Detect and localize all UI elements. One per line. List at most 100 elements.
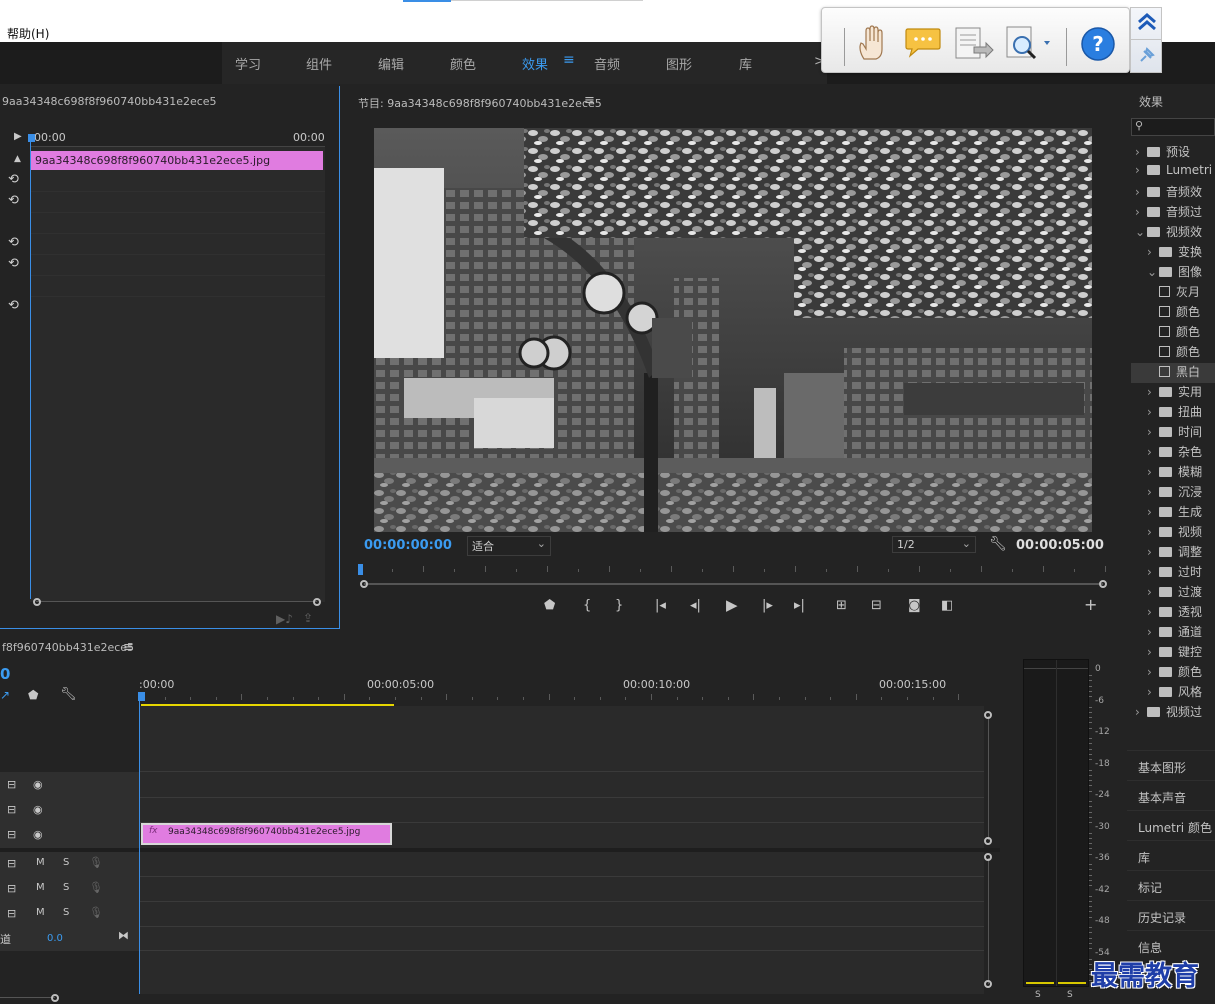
go-to-in-icon[interactable]: |◂ — [655, 598, 666, 613]
audio-track-toggle-icon[interactable]: ⊟ — [7, 857, 16, 870]
program-zoom-scrollbar[interactable] — [364, 583, 1103, 585]
scroll-handle-top[interactable] — [984, 711, 992, 719]
workspace-tab-editing[interactable]: 编辑 — [378, 54, 404, 73]
effects-folder[interactable]: › 过渡 — [1131, 583, 1215, 603]
effects-folder[interactable]: › 预设 — [1131, 143, 1215, 163]
source-playhead[interactable] — [28, 134, 35, 142]
effect-item[interactable]: 颜色 — [1131, 323, 1215, 343]
timeline-playhead[interactable] — [138, 692, 145, 701]
source-panel-title[interactable]: 9aa34348c698f8f960740bb431e2ece5 — [2, 95, 217, 108]
expand-arrow-icon[interactable]: ▶ — [14, 131, 22, 142]
effects-folder[interactable]: › 通道 — [1131, 623, 1215, 643]
effects-folder[interactable]: › 视频过 — [1131, 703, 1215, 723]
effect-item[interactable]: 黑白 — [1131, 363, 1215, 383]
reset-icon[interactable]: ⟲ — [8, 256, 19, 271]
menu-help[interactable]: 帮助(H) — [7, 25, 49, 42]
effect-item[interactable]: 颜色 — [1131, 343, 1215, 363]
chevron-right-icon[interactable]: › — [1147, 405, 1159, 419]
program-time-ruler[interactable] — [361, 566, 1106, 578]
panel-essential-sound[interactable]: 基本声音 — [1138, 789, 1186, 806]
scroll-handle-top[interactable] — [984, 853, 992, 861]
mute-button[interactable]: M — [36, 907, 45, 918]
chevron-right-icon[interactable]: › — [1147, 645, 1159, 659]
timeline-timecode[interactable]: 0 — [0, 665, 10, 683]
video-track-toggle-icon[interactable]: ⊟ — [7, 778, 16, 791]
workspace-tab-learn[interactable]: 学习 — [235, 54, 261, 73]
audio-track-toggle-icon[interactable]: ⊟ — [7, 882, 16, 895]
go-to-end-icon[interactable]: ⧓ — [118, 929, 129, 942]
effects-folder[interactable]: › 变换 — [1131, 243, 1215, 263]
workspace-tab-audio[interactable]: 音频 — [594, 54, 620, 73]
mute-button[interactable]: M — [36, 857, 45, 868]
extract-icon[interactable]: ⊟ — [871, 598, 882, 613]
reset-icon[interactable]: ⟲ — [8, 298, 19, 313]
go-to-out-icon[interactable]: ▸| — [794, 598, 805, 613]
workspace-tab-graphics[interactable]: 图形 — [666, 54, 692, 73]
program-panel-title[interactable]: 节目: 9aa34348c698f8f960740bb431e2ece5 — [358, 95, 602, 111]
panel-history[interactable]: 历史记录 — [1138, 909, 1186, 926]
chevron-right-icon[interactable]: › — [1135, 205, 1147, 219]
chevron-right-icon[interactable]: › — [1147, 505, 1159, 519]
video-audio-separator[interactable] — [0, 848, 1000, 852]
solo-button[interactable]: S — [63, 907, 69, 918]
source-effect-timeline[interactable] — [30, 147, 325, 602]
chevron-right-icon[interactable]: › — [1147, 625, 1159, 639]
chevron-right-icon[interactable]: › — [1135, 145, 1147, 159]
microphone-icon[interactable]: 🎙︎ — [89, 881, 103, 894]
comparison-view-icon[interactable]: ◧ — [941, 598, 953, 613]
scroll-handle-left[interactable] — [360, 580, 368, 588]
effects-search-input[interactable]: ⚲ — [1131, 118, 1215, 136]
scroll-handle-left[interactable] — [33, 598, 41, 606]
video-vertical-scrollbar[interactable] — [988, 716, 989, 840]
scroll-handle-right[interactable] — [1099, 580, 1107, 588]
add-marker-icon[interactable]: ⬟ — [28, 688, 38, 702]
chevron-right-icon[interactable]: › — [1147, 685, 1159, 699]
source-playhead-line[interactable] — [30, 141, 31, 599]
source-scrollbar[interactable] — [36, 601, 317, 602]
panel-menu-icon[interactable]: ≡ — [584, 93, 595, 108]
add-button[interactable]: + — [1084, 595, 1097, 614]
effects-folder[interactable]: › 时间 — [1131, 423, 1215, 443]
collapse-arrow-icon[interactable]: ▲ — [14, 154, 21, 164]
audio-track-toggle-icon[interactable]: ⊟ — [7, 907, 16, 920]
solo-right-button[interactable]: S — [1067, 990, 1073, 1000]
settings-wrench-icon[interactable]: 🔧︎ — [989, 536, 1007, 552]
panel-lumetri-color[interactable]: Lumetri 颜色 — [1138, 819, 1212, 836]
master-volume-value[interactable]: 0.0 — [47, 933, 63, 944]
audio-only-icon[interactable]: ▶♪ — [276, 612, 293, 626]
effects-folder[interactable]: › 模糊 — [1131, 463, 1215, 483]
scroll-handle-right[interactable] — [51, 994, 59, 1002]
chevron-right-icon[interactable]: › — [1147, 545, 1159, 559]
eye-icon[interactable]: ◉ — [33, 828, 43, 841]
chevron-right-icon[interactable]: › — [1147, 565, 1159, 579]
mute-button[interactable]: M — [36, 882, 45, 893]
eye-icon[interactable]: ◉ — [33, 778, 43, 791]
panel-libraries[interactable]: 库 — [1138, 849, 1150, 866]
chevron-right-icon[interactable]: › — [1147, 605, 1159, 619]
add-marker-icon[interactable]: ⬟ — [544, 598, 555, 613]
workspace-tab-libraries[interactable]: 库 — [739, 54, 752, 73]
work-area-bar[interactable] — [141, 704, 394, 706]
effects-folder[interactable]: › 音频效 — [1131, 183, 1215, 203]
workspace-tab-color[interactable]: 颜色 — [450, 54, 476, 73]
workspace-tab-effects[interactable]: 效果 — [522, 54, 548, 73]
search-zoom-icon[interactable] — [1004, 25, 1052, 66]
panel-markers[interactable]: 标记 — [1138, 879, 1162, 896]
chevron-right-icon[interactable]: › — [1135, 185, 1147, 199]
effects-folder[interactable]: › 生成 — [1131, 503, 1215, 523]
effects-folder[interactable]: › 调整 — [1131, 543, 1215, 563]
effects-folder[interactable]: › 杂色 — [1131, 443, 1215, 463]
program-playhead[interactable] — [358, 564, 363, 575]
fit-dropdown[interactable]: 适合 ⌄ — [467, 536, 551, 556]
audio-vertical-scrollbar[interactable] — [988, 858, 989, 984]
timeline-playhead-line[interactable] — [139, 700, 140, 994]
hand-icon[interactable] — [856, 25, 888, 64]
chevron-right-icon[interactable]: › — [1147, 485, 1159, 499]
microphone-icon[interactable]: 🎙︎ — [89, 906, 103, 919]
panel-menu-icon[interactable]: ≡ — [123, 640, 134, 655]
chevron-down-icon[interactable]: ⌄ — [1135, 225, 1147, 239]
timeline-horizontal-scrollbar[interactable] — [0, 997, 55, 998]
scroll-handle-right[interactable] — [313, 598, 321, 606]
effects-folder[interactable]: ⌄ 视频效 — [1131, 223, 1215, 243]
chevron-right-icon[interactable]: › — [1147, 585, 1159, 599]
